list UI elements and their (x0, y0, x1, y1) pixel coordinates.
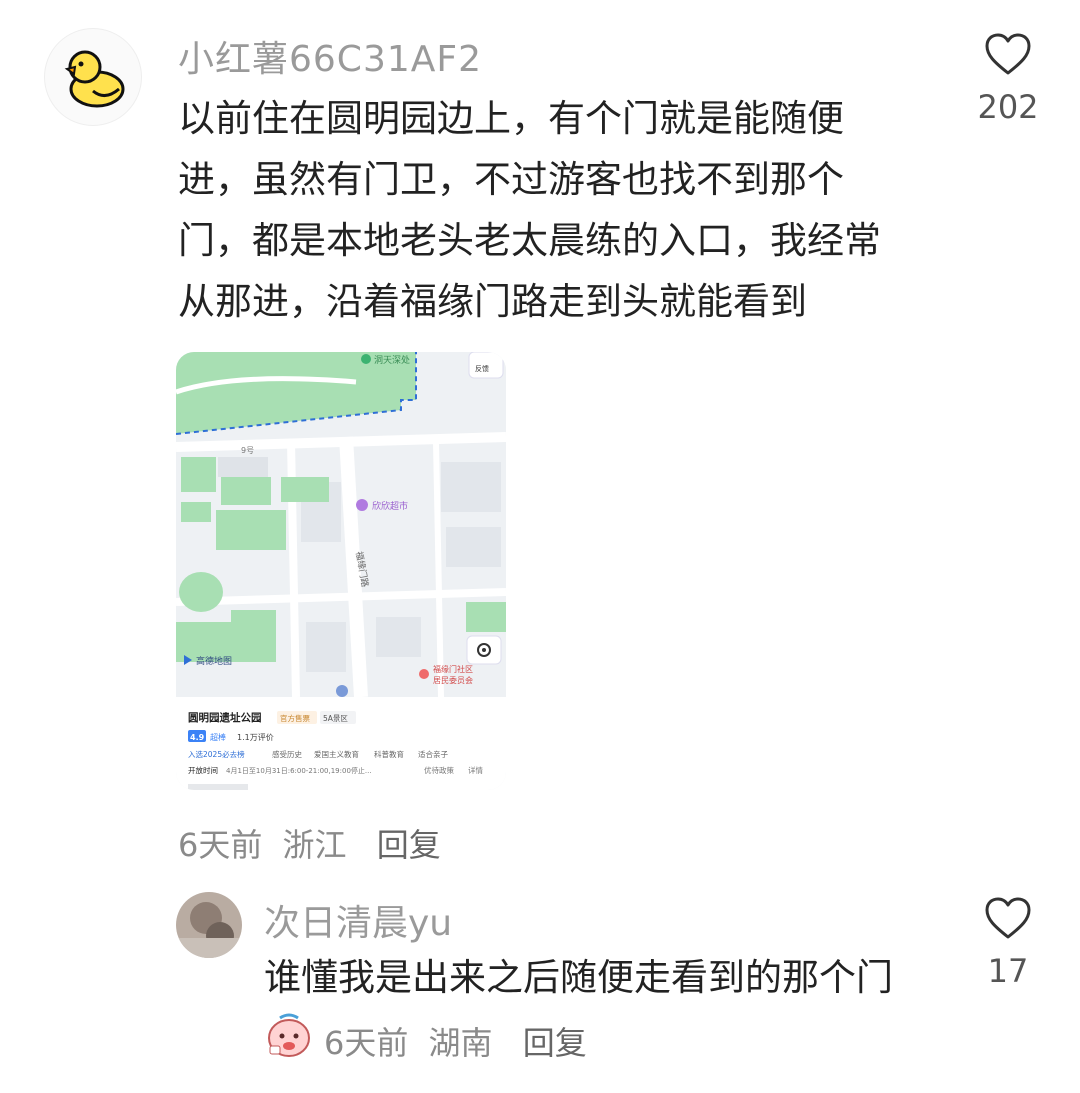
comment-text-line: 进，虽然有门卫，不过游客也找不到那个 (178, 158, 844, 201)
comment-time: 6天前 (178, 826, 263, 864)
tag-item: 感受历史 (272, 749, 302, 759)
tag-item: 科普教育 (374, 749, 404, 759)
reply-avatar[interactable] (176, 892, 242, 958)
tag-official: 官方售票 (280, 713, 310, 723)
reply-reply-button[interactable]: 回复 (523, 1024, 587, 1062)
heart-icon (985, 897, 1031, 939)
crying-emoji-icon (264, 1010, 314, 1060)
reply-button[interactable]: 回复 (377, 826, 441, 864)
rating-word: 超棒 (210, 732, 226, 742)
rating-value: 4.9 (190, 733, 205, 742)
tag-level: 5A景区 (323, 714, 348, 723)
hours-label: 开放时间 (188, 765, 218, 775)
reply-username[interactable]: 次日清晨yu (264, 894, 452, 946)
map-poi-committee-2[interactable]: 居民委员会 (433, 675, 473, 685)
comment-text-line: 以前住在圆明园边上，有个门就是能随便 (178, 97, 844, 140)
detail-link[interactable]: 详情 (468, 765, 483, 775)
comment-text: 以前住在圆明园边上，有个门就是能随便 进，虽然有门卫，不过游客也找不到那个 门，… (178, 88, 918, 332)
map-label-park: 洞天深处 (374, 354, 410, 366)
map-poi-committee-1[interactable]: 福缘门社区 (433, 664, 473, 674)
reply-location: 湖南 (428, 1024, 493, 1062)
hours-value: 4月1日至10月31日:6:00-21:00,19:00停止... (226, 766, 372, 775)
map-feedback-label[interactable]: 反馈 (475, 364, 489, 373)
review-count[interactable]: 1.1万评价 (237, 733, 274, 742)
like-button[interactable]: 202 (968, 32, 1048, 126)
comment-username[interactable]: 小红薯66C31AF2 (178, 30, 482, 82)
place-name[interactable]: 圆明园遗址公园 (188, 711, 262, 724)
comment-meta: 6天前 浙江 回复 (178, 820, 451, 866)
reply-like-button[interactable]: 17 (968, 896, 1048, 990)
heart-icon (985, 33, 1031, 75)
tag-item: 适合亲子 (418, 749, 448, 759)
avatar[interactable] (44, 28, 142, 126)
reply-time: 6天前 (324, 1024, 409, 1062)
rank-link[interactable]: 入选2025必去榜 (188, 749, 245, 759)
reply-meta: 6天前 湖南 回复 (324, 1018, 597, 1064)
policy-link[interactable]: 优待政策 (424, 765, 454, 775)
map-screenshot-image[interactable]: 洞天深处 反馈 9号 欣欣超市 福缘门路 高德地图 福缘门社区 居民委员会 圆明… (176, 352, 506, 790)
comment-text-line: 从那进，沿着福缘门路走到头就能看到 (178, 280, 807, 323)
reply-like-count: 17 (987, 952, 1029, 990)
comment-text-line: 门，都是本地老头老太晨练的入口，我经常 (178, 219, 881, 262)
tag-item: 爱国主义教育 (314, 749, 359, 759)
reply-text: 谁懂我是出来之后随便走看到的那个门 (264, 956, 893, 999)
like-count: 202 (977, 88, 1039, 126)
comment-location: 浙江 (282, 826, 347, 864)
duck-icon (64, 50, 125, 108)
map-poi-market[interactable]: 欣欣超市 (372, 500, 408, 512)
map-label-block: 9号 (241, 446, 254, 455)
map-brand: 高德地图 (196, 655, 232, 667)
